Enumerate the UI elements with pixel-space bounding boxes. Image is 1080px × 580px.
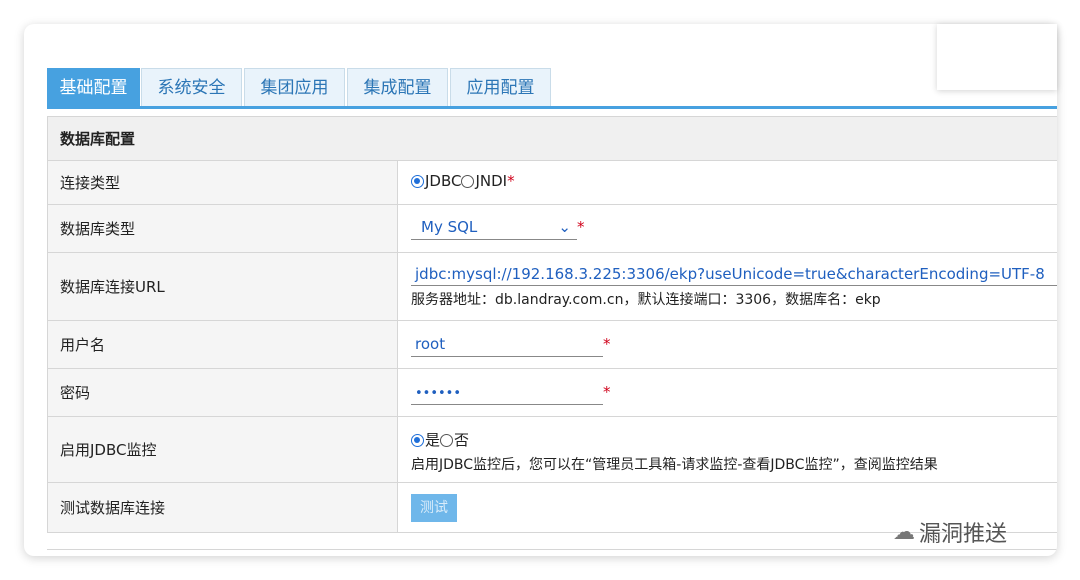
radio-jdbc[interactable]: [411, 175, 424, 188]
username-input[interactable]: root: [411, 335, 603, 357]
radio-no[interactable]: [440, 434, 454, 447]
db-url-value: jdbc:mysql://192.168.3.225:3306/ekp?useU…: [399, 253, 1057, 320]
test-button[interactable]: 测试: [411, 494, 457, 522]
section-title: 数据库配置: [48, 117, 1057, 160]
test-connection-label: 测试数据库连接: [48, 483, 398, 532]
db-type-selected: My SQL: [421, 218, 478, 236]
watermark: ☁ 漏洞推送: [893, 516, 1007, 548]
radio-no-label: 否: [454, 431, 470, 449]
radio-yes-label: 是: [425, 431, 441, 449]
jdbc-monitor-value: 是否 启用JDBC监控后，您可以在“管理员工具箱-请求监控-查看JDBC监控”，…: [399, 417, 1057, 482]
tab-app-config[interactable]: 应用配置: [450, 68, 551, 106]
overlay-popup: [937, 24, 1057, 90]
connection-type-value: JDBC JNDI*: [399, 161, 1057, 204]
required-mark: *: [603, 335, 611, 353]
password-label: 密码: [48, 369, 398, 416]
radio-yes[interactable]: [411, 434, 424, 447]
row-jdbc-monitor: 启用JDBC监控 是否 启用JDBC监控后，您可以在“管理员工具箱-请求监控-查…: [47, 417, 1057, 483]
divider: [47, 549, 1057, 550]
config-table: 数据库配置 连接类型 JDBC JNDI* 数据库类型 My SQL ⌄ * 数据库连…: [47, 116, 1057, 533]
connection-type-label: 连接类型: [48, 161, 398, 204]
db-url-input[interactable]: jdbc:mysql://192.168.3.225:3306/ekp?useU…: [411, 265, 1057, 286]
tab-underline: [47, 106, 1057, 109]
required-mark: *: [577, 218, 585, 236]
required-mark: *: [603, 383, 611, 401]
db-type-select[interactable]: My SQL ⌄: [411, 218, 577, 240]
settings-panel: 基础配置 系统安全 集团应用 集成配置 应用配置 数据库配置 连接类型 JDBC…: [24, 24, 1057, 556]
watermark-text: 漏洞推送: [919, 522, 1008, 547]
tab-basic-config[interactable]: 基础配置: [47, 68, 140, 106]
radio-jndi[interactable]: [461, 175, 475, 188]
radio-jdbc-label: JDBC: [425, 172, 462, 190]
username-label: 用户名: [48, 321, 398, 368]
username-value: root *: [399, 321, 1057, 368]
tab-system-security[interactable]: 系统安全: [141, 68, 242, 106]
row-username: 用户名 root *: [47, 321, 1057, 369]
row-db-type: 数据库类型 My SQL ⌄ *: [47, 205, 1057, 253]
row-connection-type: 连接类型 JDBC JNDI*: [47, 161, 1057, 205]
section-header: 数据库配置: [47, 117, 1057, 161]
row-password: 密码 •••••• *: [47, 369, 1057, 417]
db-url-hint: 服务器地址：db.landray.com.cn，默认连接端口：3306，数据库名…: [411, 292, 881, 308]
db-type-label: 数据库类型: [48, 205, 398, 252]
jdbc-monitor-options: 是否: [411, 429, 1057, 450]
radio-jndi-label: JNDI: [475, 172, 508, 190]
row-db-url: 数据库连接URL jdbc:mysql://192.168.3.225:3306…: [47, 253, 1057, 321]
required-mark: *: [507, 172, 515, 190]
db-url-label: 数据库连接URL: [48, 253, 398, 320]
tab-integration-config[interactable]: 集成配置: [347, 68, 448, 106]
chevron-down-icon: ⌄: [558, 218, 571, 236]
password-value: •••••• *: [399, 369, 1057, 416]
wechat-icon: ☁: [893, 519, 915, 545]
jdbc-monitor-label: 启用JDBC监控: [48, 417, 398, 482]
password-input[interactable]: ••••••: [411, 386, 603, 405]
jdbc-monitor-hint: 启用JDBC监控后，您可以在“管理员工具箱-请求监控-查看JDBC监控”，查阅监…: [411, 457, 938, 473]
tab-group-apps[interactable]: 集团应用: [244, 68, 345, 106]
db-type-value: My SQL ⌄ *: [399, 205, 1057, 252]
